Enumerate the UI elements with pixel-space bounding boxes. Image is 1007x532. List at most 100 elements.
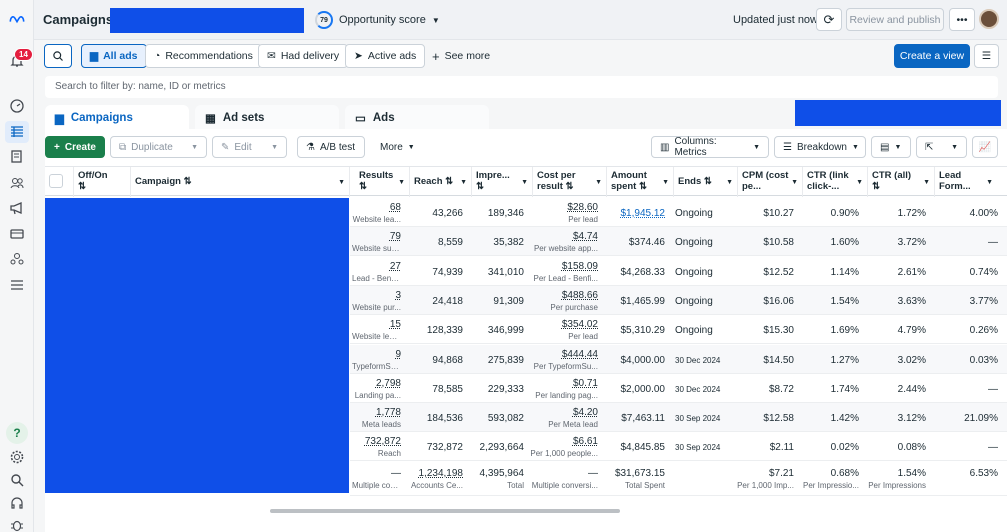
cell-cpr-value[interactable]: $158.09 <box>530 259 598 273</box>
envelope-icon: ✉ <box>267 50 276 62</box>
cell-cpr-value[interactable]: $6.61 <box>530 434 598 448</box>
filter-had-delivery[interactable]: ✉ Had delivery <box>258 44 349 68</box>
search-icon[interactable] <box>8 471 26 489</box>
filter-settings-button[interactable]: ☰ <box>974 44 999 68</box>
table-row[interactable]: 732,872 Reach 732,872 2,293,664 $6.61 Per 1,0… <box>350 432 1007 462</box>
refresh-button[interactable]: ⟳ <box>816 8 842 31</box>
table-row[interactable]: 9 TypeformSu... 94,868 275,839 $444.44 Per Ty… <box>350 344 1007 374</box>
see-more-filters[interactable]: + See more <box>424 44 498 68</box>
cell-results-value[interactable]: 68 <box>352 200 401 214</box>
filter-all-ads[interactable]: ▆ All ads <box>81 44 147 68</box>
export-icon: ⇱ <box>925 141 934 153</box>
cell-results-subtext: Website lea... <box>352 215 401 224</box>
duplicate-icon: ⧉ <box>119 141 127 153</box>
cell-results-value[interactable]: 2,798 <box>352 376 401 390</box>
table-row[interactable]: 2,798 Landing pa... 78,585 229,333 $0.71 Per … <box>350 374 1007 403</box>
select-all-checkbox[interactable] <box>49 174 63 188</box>
chevron-down-icon: ▼ <box>923 179 930 186</box>
cell-cpr: $444.44 Per TypeformSu... <box>528 345 602 374</box>
bug-report-icon[interactable] <box>8 516 26 532</box>
col-amount-spent[interactable]: Amount spent ⇅ ▼ <box>607 167 674 197</box>
review-publish-button[interactable]: Review and publish <box>846 8 944 31</box>
more-button[interactable]: More ▼ <box>372 136 416 158</box>
business-settings-icon[interactable] <box>8 250 26 268</box>
col-off-on[interactable]: Off/On ⇅ <box>74 167 131 197</box>
cell-impr-value: 229,333 <box>487 383 524 395</box>
dashboard-gauge-icon[interactable] <box>8 97 26 115</box>
tab-ad-sets[interactable]: ▦ Ad sets <box>195 105 339 130</box>
table-row[interactable]: 68 Website lea... 43,266 189,346 $28.60 Per l… <box>350 198 1007 227</box>
opportunity-score[interactable]: 79 Opportunity score ▼ <box>315 11 440 29</box>
col-ctr-all[interactable]: CTR (all) ⇅ ▼ <box>868 167 935 197</box>
table-row[interactable]: 1,778 Meta leads 184,536 593,082 $4.20 Per Me… <box>350 403 1007 433</box>
tab-ads[interactable]: ▭ Ads <box>345 105 489 130</box>
cell-cpm: $12.58 <box>733 403 798 432</box>
cell-spent: $1,945.12 <box>602 198 669 227</box>
cell-cpr-value[interactable]: $488.66 <box>530 288 598 302</box>
create-button[interactable]: + Create <box>45 136 105 158</box>
col-campaign[interactable]: Campaign ⇅ ▼ <box>131 167 350 197</box>
pages-icon[interactable] <box>8 148 26 166</box>
search-toggle-button[interactable] <box>44 44 72 68</box>
meta-logo-icon[interactable] <box>7 10 27 28</box>
table-row[interactable]: 79 Website sub... 8,559 35,382 $4.74 Per webs… <box>350 227 1007 257</box>
reports-button[interactable]: ▤ ▼ <box>871 136 911 158</box>
col-reach[interactable]: Reach ⇅ ▼ <box>410 167 472 197</box>
cell-results-value[interactable]: 79 <box>352 229 401 243</box>
col-ends[interactable]: Ends ⇅ ▼ <box>674 167 738 197</box>
billing-card-icon[interactable] <box>8 225 26 243</box>
cell-reach-value: 74,939 <box>432 266 463 278</box>
col-lead-form-label: Lead Form... <box>939 170 971 192</box>
cell-results-value[interactable]: 3 <box>352 288 401 302</box>
cell-cpr-value[interactable]: $0.71 <box>530 376 598 390</box>
col-cpm[interactable]: CPM (cost pe... ▼ <box>738 167 803 197</box>
col-results[interactable]: Results ⇅ ▼ <box>355 167 410 197</box>
edit-button[interactable]: ✎ Edit ▼ <box>212 136 287 158</box>
cell-cpr-value[interactable]: $4.20 <box>530 405 598 419</box>
cell-cpr-value[interactable]: $28.60 <box>530 200 598 214</box>
cell-results-value[interactable]: 1,778 <box>352 405 401 419</box>
charts-button[interactable]: 📈 <box>972 136 998 158</box>
col-impressions[interactable]: Impre... ⇅ ▼ <box>472 167 533 197</box>
cell-cpr: $488.66 Per purchase <box>528 286 602 315</box>
audiences-icon[interactable] <box>8 174 26 192</box>
help-icon[interactable]: ? <box>6 422 28 444</box>
gear-icon[interactable] <box>8 448 26 466</box>
support-headset-icon[interactable] <box>8 494 26 512</box>
cell-results-value[interactable]: 27 <box>352 259 401 273</box>
avatar[interactable] <box>979 9 999 29</box>
cell-results-subtext: Reach <box>377 449 401 459</box>
page-header: Campaigns 79 Opportunity score ▼ Updated… <box>34 0 1007 40</box>
cell-results-value[interactable]: 9 <box>352 347 401 361</box>
tab-campaigns[interactable]: ▆ Campaigns <box>45 105 189 130</box>
cell-impr-value: 35,382 <box>493 237 524 249</box>
col-lead-form[interactable]: Lead Form... ▼ <box>935 167 997 197</box>
horizontal-scrollbar[interactable] <box>270 509 620 513</box>
filter-recommendations[interactable]: ◔ Recommendations <box>145 44 262 68</box>
table-row[interactable]: 15 Website leads 128,339 346,999 $354.02 Per … <box>350 315 1007 345</box>
cell-results-value[interactable]: 15 <box>352 317 401 331</box>
create-view-button[interactable]: Create a view <box>894 44 970 68</box>
export-button[interactable]: ⇱ ▼ <box>916 136 967 158</box>
cell-cpr-value[interactable]: $444.44 <box>530 347 598 361</box>
cell-ctr_link-value: 1.69% <box>830 325 859 337</box>
duplicate-button[interactable]: ⧉ Duplicate ▼ <box>110 136 207 158</box>
table-row[interactable]: 27 Lead - Benfi... 74,939 341,010 $158.09 Per… <box>350 257 1007 286</box>
search-input[interactable]: Search to filter by: name, ID or metrics <box>45 76 998 98</box>
columns-button[interactable]: ▥ Columns: Metrics ▼ <box>651 136 769 158</box>
cell-results-value[interactable]: 732,872 <box>352 434 401 448</box>
col-cost-per-result[interactable]: Cost per result ⇅ ▼ <box>533 167 607 197</box>
breakdown-button[interactable]: ☰ Breakdown ▼ <box>774 136 866 158</box>
col-ctr-link[interactable]: CTR (link click-... ▼ <box>803 167 868 197</box>
filter-active-ads[interactable]: ➤ Active ads <box>345 44 426 68</box>
cell-ctr_link: 1.60% <box>798 227 863 256</box>
ads-manager-table-icon[interactable] <box>5 121 29 143</box>
table-row[interactable]: 3 Website pur... 24,418 91,309 $488.66 Per pu… <box>350 285 1007 315</box>
menu-icon[interactable] <box>8 276 26 294</box>
cell-spent-value[interactable]: $1,945.12 <box>604 200 666 220</box>
megaphone-icon[interactable] <box>8 199 26 217</box>
more-options-button[interactable]: ••• <box>949 8 975 31</box>
ab-test-button[interactable]: ⚗ A/B test <box>297 136 365 158</box>
cell-cpr-value[interactable]: $4.74 <box>530 229 598 243</box>
cell-cpr-value[interactable]: $354.02 <box>530 317 598 331</box>
